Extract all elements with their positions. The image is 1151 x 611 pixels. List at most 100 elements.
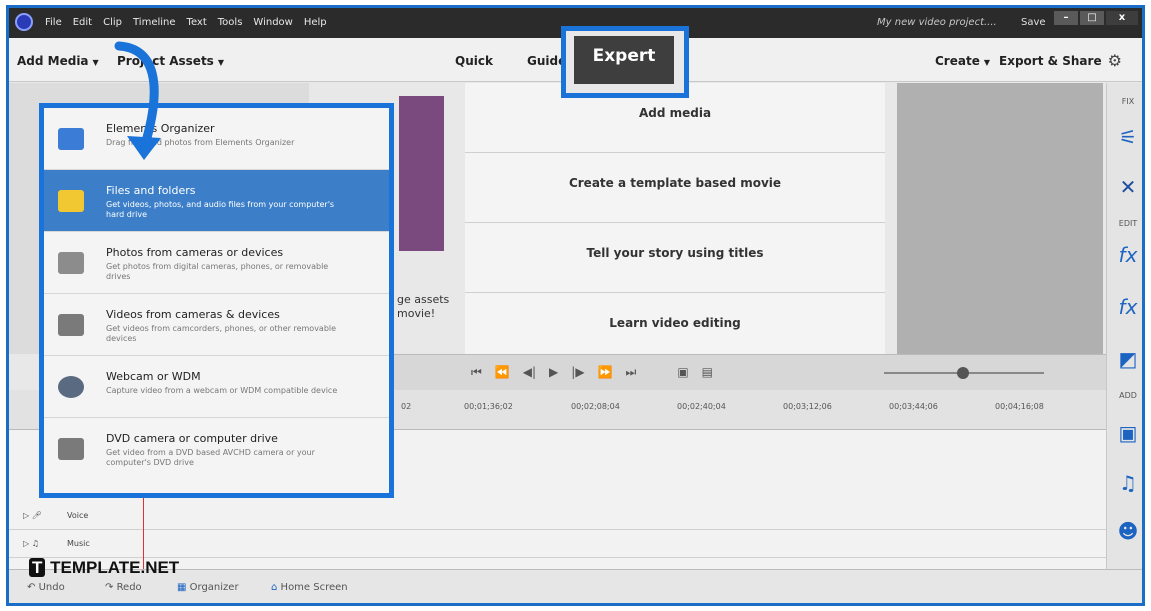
ruler-timecode: 00;04;16;08 <box>995 402 1044 411</box>
graphics-smiley-icon[interactable]: ☻ <box>1107 519 1142 543</box>
dropdown-item-title: DVD camera or computer drive <box>106 432 278 445</box>
music-icon[interactable]: ♫ <box>1107 471 1142 495</box>
tab-quick[interactable]: Quick <box>455 54 493 68</box>
undo-label: Undo <box>38 582 65 593</box>
folder-icon <box>58 190 84 212</box>
redo-button[interactable]: ↷ Redo <box>105 582 142 593</box>
maximize-button[interactable]: □ <box>1080 11 1104 25</box>
action-panel: Add media Create a template based movie … <box>465 83 885 363</box>
music-note-icon: ▷ ♫ <box>23 539 39 548</box>
organizer-button[interactable]: ▦ Organizer <box>177 582 239 593</box>
dropdown-item-dvd[interactable]: DVD camera or computer drive Get video f… <box>44 418 389 480</box>
effects-brush-icon[interactable]: fx <box>1107 243 1142 267</box>
play-icon[interactable]: ▶ <box>549 365 558 380</box>
assets-hint: ge assets movie! <box>397 293 449 321</box>
fix-label: FIX <box>1121 97 1135 106</box>
menu-clip[interactable]: Clip <box>103 17 122 28</box>
watermark: T TEMPLATE.NET <box>29 558 179 578</box>
goto-end-icon[interactable]: ⏭ <box>626 365 637 380</box>
save-button[interactable]: Save <box>1021 17 1046 28</box>
add-label: ADD <box>1119 391 1137 400</box>
watermark-text: TEMPLATE.NET <box>50 558 180 577</box>
camcorder-icon <box>58 314 84 336</box>
menu-edit[interactable]: Edit <box>73 17 92 28</box>
gear-icon[interactable]: ⚙ <box>1108 51 1122 70</box>
titles-icon[interactable]: ▣ <box>1107 421 1142 445</box>
effects-icon[interactable]: fx <box>1107 295 1142 319</box>
project-assets-label: Project Assets <box>117 54 214 68</box>
chevron-down-icon: ▼ <box>983 58 990 67</box>
dropdown-item-webcam[interactable]: Webcam or WDM Capture video from a webca… <box>44 356 389 418</box>
organizer-label: Organizer <box>189 582 239 593</box>
ruler-timecode: 02 <box>401 402 412 411</box>
add-media-label: Add Media <box>17 54 89 68</box>
create-label: Create <box>935 54 980 68</box>
dropdown-item-files-folders[interactable]: Files and folders Get videos, photos, an… <box>44 170 389 232</box>
voice-icon: ▷ 🎤︎ <box>23 511 42 520</box>
dropdown-item-desc: Get photos from digital cameras, phones,… <box>106 262 329 281</box>
menu-bar: File Edit Clip Timeline Text Tools Windo… <box>45 17 327 28</box>
goto-start-icon[interactable]: ⏮ <box>471 365 482 380</box>
project-name: My new video project.... <box>877 17 997 28</box>
playback-controls: ⏮ ⏪ ◀| ▶ |▶ ⏩ ⏭ ▣ ▤ <box>471 365 713 380</box>
music-track[interactable]: ▷ ♫ Music <box>9 530 1106 558</box>
template-movie-row[interactable]: Create a template based movie <box>465 153 885 223</box>
dropdown-item-organizer[interactable]: Elements Organizer Drag files and photos… <box>44 108 389 170</box>
transport-controls: ⏮ ⏪ ◀| ▶ |▶ ⏩ ⏭ ▣ ▤ <box>309 354 1106 390</box>
transitions-icon[interactable]: ◩ <box>1107 347 1142 371</box>
rewind-icon[interactable]: ⏪ <box>495 365 510 380</box>
dropdown-item-title: Photos from cameras or devices <box>106 246 284 259</box>
dropdown-item-photos-devices[interactable]: Photos from cameras or devices Get photo… <box>44 232 389 294</box>
chevron-down-icon: ▼ <box>217 58 224 67</box>
dropdown-item-title: Videos from cameras & devices <box>106 308 280 321</box>
add-media-dropdown: Elements Organizer Drag files and photos… <box>39 103 394 498</box>
home-icon: ⌂ <box>271 582 278 593</box>
ruler-timecode: 00;03;44;06 <box>889 402 938 411</box>
menu-text[interactable]: Text <box>187 17 207 28</box>
adjust-icon[interactable]: ⚟ <box>1107 125 1142 149</box>
zoom-slider-handle[interactable] <box>957 367 969 379</box>
export-share-button[interactable]: Export & Share <box>999 54 1102 68</box>
voice-track[interactable]: ▷ 🎤︎ Voice <box>9 502 1106 530</box>
split-icon[interactable]: ▤ <box>702 365 713 380</box>
chevron-down-icon: ▼ <box>92 58 99 67</box>
home-screen-button[interactable]: ⌂ Home Screen <box>271 582 348 593</box>
dropdown-item-title: Elements Organizer <box>106 122 215 135</box>
expert-tab-highlight: Expert <box>561 26 689 98</box>
close-button[interactable]: x <box>1106 11 1138 25</box>
tab-expert[interactable]: Expert <box>574 36 674 84</box>
organizer-icon <box>58 128 84 150</box>
watermark-logo-icon: T <box>29 558 46 577</box>
organizer-icon: ▦ <box>177 582 187 593</box>
dropdown-item-desc: Drag files and photos from Elements Orga… <box>106 138 295 147</box>
undo-button[interactable]: ↶ Undo <box>27 582 65 593</box>
minimize-button[interactable]: – <box>1054 11 1078 25</box>
menu-window[interactable]: Window <box>253 17 292 28</box>
redo-label: Redo <box>116 582 142 593</box>
titles-row[interactable]: Tell your story using titles <box>465 223 885 293</box>
camera-icon <box>58 252 84 274</box>
tools-icon[interactable]: ✕ <box>1107 175 1142 199</box>
menu-timeline[interactable]: Timeline <box>133 17 176 28</box>
preview-monitor <box>897 83 1103 354</box>
create-button[interactable]: Create ▼ <box>935 54 990 68</box>
step-back-icon[interactable]: ◀| <box>523 365 536 380</box>
menu-file[interactable]: File <box>45 17 62 28</box>
app-logo-icon <box>15 13 33 31</box>
dvd-camera-icon <box>58 438 84 460</box>
menu-tools[interactable]: Tools <box>218 17 243 28</box>
step-forward-icon[interactable]: |▶ <box>571 365 584 380</box>
dropdown-item-desc: Capture video from a webcam or WDM compa… <box>106 386 338 395</box>
dropdown-item-videos-devices[interactable]: Videos from cameras & devices Get videos… <box>44 294 389 356</box>
menu-help[interactable]: Help <box>304 17 327 28</box>
fast-forward-icon[interactable]: ⏩ <box>598 365 613 380</box>
render-icon[interactable]: ▣ <box>677 365 688 380</box>
project-assets-button[interactable]: Project Assets ▼ <box>117 54 224 68</box>
ruler-timecode: 00;03;12;06 <box>783 402 832 411</box>
learn-editing-row[interactable]: Learn video editing <box>465 293 885 363</box>
app-window: File Edit Clip Timeline Text Tools Windo… <box>6 5 1145 606</box>
media-thumbnail[interactable] <box>399 96 444 251</box>
edit-label: EDIT <box>1118 219 1138 228</box>
add-media-button[interactable]: Add Media ▼ <box>17 54 99 68</box>
music-track-label: Music <box>67 539 90 548</box>
